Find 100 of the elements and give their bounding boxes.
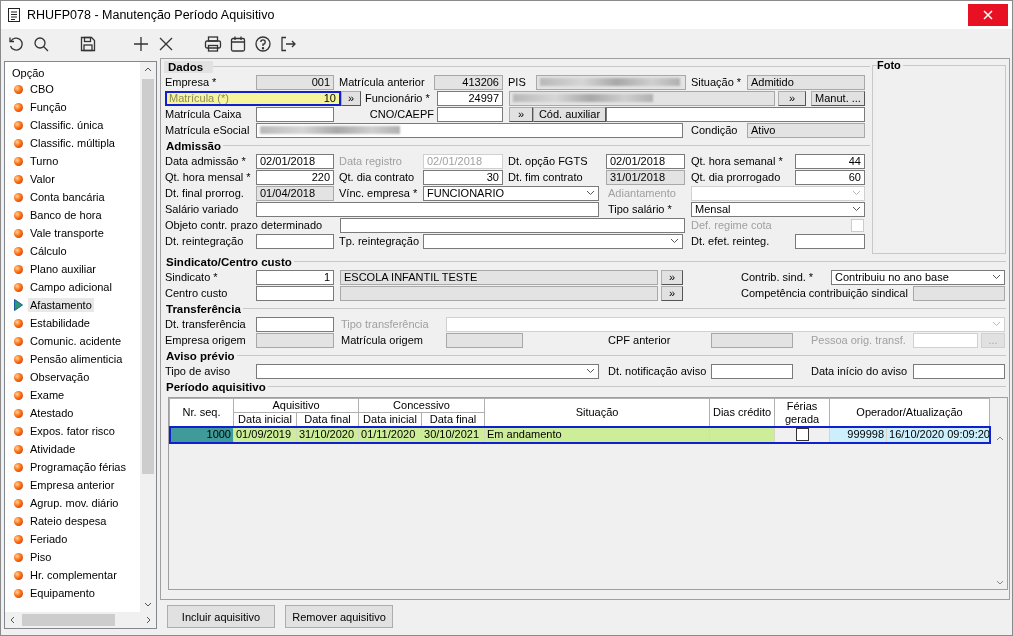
sidebar-item[interactable]: Afastamento bbox=[5, 296, 144, 314]
table-cell: 30/10/2021 bbox=[421, 426, 485, 443]
sidebar-item[interactable]: Conta bancária bbox=[5, 188, 144, 206]
sidebar-item[interactable]: Pensão alimenticia bbox=[5, 350, 144, 368]
action-button[interactable]: Remover aquisitivo bbox=[285, 605, 393, 628]
input-field[interactable]: 02/01/2018 bbox=[256, 153, 334, 169]
input-field[interactable]: 1 bbox=[256, 269, 334, 285]
input-field[interactable] bbox=[536, 74, 686, 90]
field-label: Qt. hora semanal * bbox=[691, 155, 784, 167]
input-field[interactable]: 10 bbox=[257, 92, 339, 104]
action-button[interactable]: Incluir aquisitivo bbox=[167, 605, 275, 628]
lookup-button[interactable]: » bbox=[661, 269, 683, 285]
sidebar-item[interactable]: Estabilidade bbox=[5, 314, 144, 332]
button[interactable]: Manut. ... bbox=[811, 90, 865, 106]
input-field[interactable] bbox=[256, 122, 683, 138]
table-cell: 31/10/2020 bbox=[296, 426, 359, 443]
sidebar-item[interactable]: Expos. fator risco bbox=[5, 422, 144, 440]
dropdown[interactable]: FUNCIONARIO bbox=[423, 185, 599, 201]
input-field[interactable] bbox=[711, 363, 793, 379]
field-label: Dt. final prorrog. bbox=[165, 187, 245, 199]
sidebar-item[interactable]: Classific. múltipla bbox=[5, 134, 144, 152]
sidebar-item[interactable]: Função bbox=[5, 98, 144, 116]
input-field[interactable] bbox=[711, 332, 793, 348]
input-field[interactable]: 31/01/2018 bbox=[606, 169, 685, 185]
sidebar-item[interactable]: Atividade bbox=[5, 440, 144, 458]
input-field[interactable] bbox=[446, 332, 523, 348]
sidebar-item[interactable]: Observação bbox=[5, 368, 144, 386]
sidebar-item[interactable]: Rateio despesa bbox=[5, 512, 144, 530]
button[interactable]: Cód. auxiliar bbox=[533, 106, 606, 122]
scroll-up-icon[interactable] bbox=[996, 436, 1004, 441]
input-field[interactable]: ESCOLA INFANTIL TESTE bbox=[340, 269, 658, 285]
sidebar-item[interactable]: Piso bbox=[5, 548, 144, 566]
field-label: Tp. reintegração bbox=[339, 235, 421, 247]
sidebar-item[interactable]: Exame bbox=[5, 386, 144, 404]
input-field[interactable]: Admitido bbox=[747, 74, 865, 90]
sidebar-item[interactable]: Classific. única bbox=[5, 116, 144, 134]
sidebar-item[interactable]: Cálculo bbox=[5, 242, 144, 260]
input-field[interactable] bbox=[606, 106, 865, 122]
sidebar-item[interactable]: Atestado bbox=[5, 404, 144, 422]
input-field[interactable] bbox=[913, 285, 1005, 301]
input-field[interactable]: 413206 bbox=[434, 74, 503, 90]
dropdown[interactable] bbox=[256, 363, 599, 379]
sidebar-item[interactable]: Banco de hora bbox=[5, 206, 144, 224]
field-label: Situação * bbox=[691, 76, 743, 88]
sidebar-item[interactable]: Empresa anterior bbox=[5, 476, 144, 494]
sidebar-item[interactable]: Plano auxiliar bbox=[5, 260, 144, 278]
dropdown[interactable]: Mensal bbox=[691, 201, 865, 217]
sidebar-item[interactable]: Feriado bbox=[5, 530, 144, 548]
table-row[interactable]: 1000 01/09/2019 31/10/2020 01/11/2020 30/10/2021 Em andamento 999998 16/10/2020 09:09:20 bbox=[169, 426, 990, 443]
input-field[interactable] bbox=[256, 201, 599, 217]
input-field[interactable] bbox=[795, 233, 865, 249]
input-field[interactable] bbox=[256, 106, 334, 122]
sidebar-item[interactable]: Vale transporte bbox=[5, 224, 144, 242]
sidebar-item[interactable]: CBO bbox=[5, 80, 144, 98]
scroll-left-icon[interactable] bbox=[10, 616, 15, 624]
chevron-down-icon bbox=[992, 274, 1001, 280]
input-field[interactable] bbox=[913, 363, 1005, 379]
sidebar-item[interactable]: Valor bbox=[5, 170, 144, 188]
input-field[interactable]: 24997 bbox=[437, 90, 503, 106]
horizontal-scrollbar[interactable] bbox=[5, 612, 156, 628]
input-field[interactable]: 30 bbox=[423, 169, 503, 185]
scroll-down-icon[interactable] bbox=[144, 602, 152, 607]
input-field[interactable]: 001 bbox=[256, 74, 334, 90]
lookup-button[interactable]: » bbox=[661, 285, 683, 301]
input-field[interactable] bbox=[340, 285, 658, 301]
vertical-scrollbar[interactable] bbox=[140, 62, 156, 612]
checkbox[interactable] bbox=[795, 428, 809, 442]
input-field[interactable] bbox=[256, 316, 334, 332]
scroll-down-icon[interactable] bbox=[996, 580, 1004, 585]
sidebar-item[interactable]: Campo adicional bbox=[5, 278, 144, 296]
scroll-right-icon[interactable] bbox=[146, 616, 151, 624]
column-header: Situação bbox=[484, 398, 710, 427]
column-header: Operador/Atualização bbox=[829, 398, 990, 427]
section-title: Aviso prévio bbox=[165, 349, 236, 362]
section-title: Período aquisitivo bbox=[165, 380, 267, 393]
input-field[interactable]: 01/04/2018 bbox=[256, 185, 334, 201]
sidebar-item[interactable]: Comunic. acidente bbox=[5, 332, 144, 350]
input-field[interactable]: 220 bbox=[256, 169, 334, 185]
input-field[interactable] bbox=[256, 285, 334, 301]
input-field[interactable] bbox=[256, 332, 334, 348]
input-field[interactable] bbox=[509, 90, 775, 106]
sidebar-item[interactable]: Equipamento bbox=[5, 584, 144, 602]
lookup-button[interactable]: » bbox=[341, 90, 361, 106]
field-label: Contrib. sind. * bbox=[741, 271, 815, 283]
input-field[interactable]: 44 bbox=[795, 153, 865, 169]
dropdown[interactable] bbox=[423, 233, 683, 249]
sidebar-item[interactable]: Programação férias bbox=[5, 458, 144, 476]
input-field[interactable]: Ativo bbox=[747, 122, 865, 138]
input-field[interactable] bbox=[437, 106, 503, 122]
input-field[interactable] bbox=[256, 233, 334, 249]
input-field[interactable]: 60 bbox=[795, 169, 865, 185]
input-field[interactable] bbox=[340, 217, 685, 233]
sidebar-item[interactable]: Agrup. mov. diário bbox=[5, 494, 144, 512]
sidebar-item[interactable]: Hr. complementar bbox=[5, 566, 144, 584]
scroll-up-icon[interactable] bbox=[144, 67, 152, 72]
sidebar-item[interactable]: Turno bbox=[5, 152, 144, 170]
input-field[interactable]: 02/01/2018 bbox=[606, 153, 685, 169]
lookup-button[interactable]: » bbox=[778, 90, 806, 106]
lookup-button[interactable]: » bbox=[509, 106, 533, 122]
dropdown[interactable]: Contribuiu no ano base bbox=[831, 269, 1005, 285]
